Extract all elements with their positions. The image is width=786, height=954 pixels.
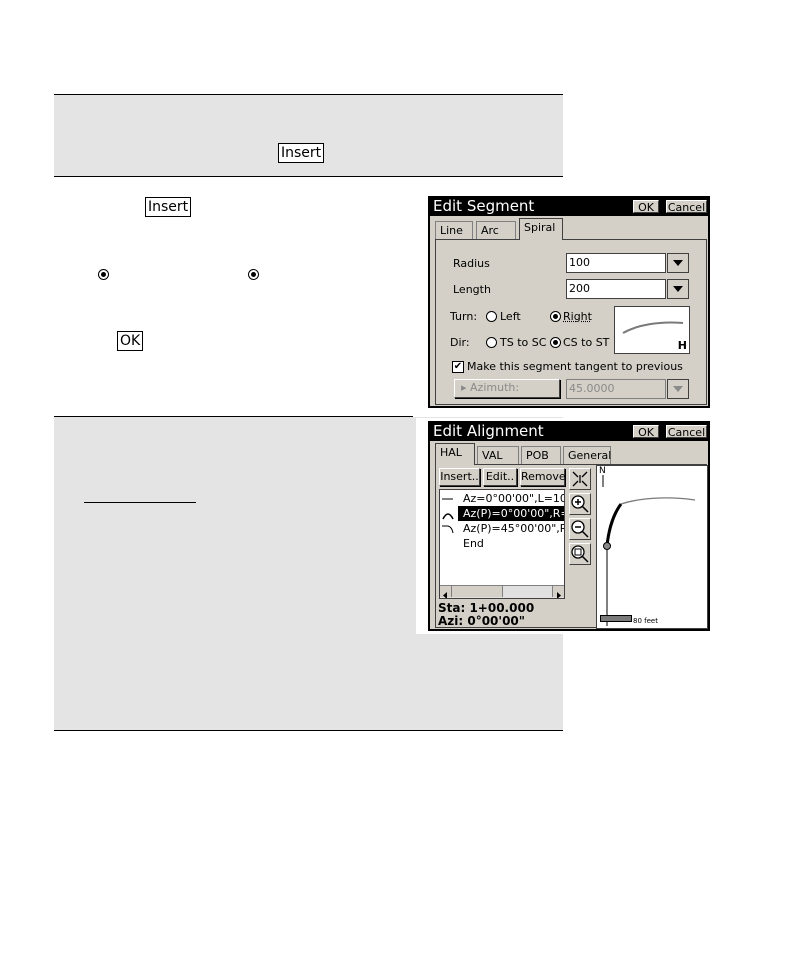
top-band [54,95,563,176]
radius-label: Radius [453,257,490,270]
azimuth-arrow-icon: ▸ [461,381,471,394]
turn-right-radio[interactable] [550,311,561,322]
azimuth-button-label: Azimuth: [470,381,520,394]
turn-label: Turn: [450,310,478,323]
length-dropdown-button[interactable] [667,279,689,299]
insert-key-middle: Insert [145,197,192,217]
station-readout: Sta: 1+00.000 [438,601,535,615]
edit-alignment-ok-button[interactable]: OK [633,425,659,439]
alignment-plan-view[interactable]: N 80 feet [596,465,708,629]
edit-segment-panel: Radius 100 Length 200 Turn: Left Right H… [435,239,707,405]
edit-alignment-title: Edit Alignment [433,422,544,440]
line-segment-icon [442,498,453,500]
radio-glyph-left [98,269,109,280]
azimuth-field: 45.0000 [566,379,666,399]
scroll-left-button[interactable] [440,586,452,598]
edit-alignment-dialog: Edit Alignment OK Cancel HAL VAL POB Gen… [428,421,710,631]
turn-right-label: Right [563,310,592,323]
zoom-out-icon [571,520,589,538]
ok-key-middle: OK [117,331,144,351]
radio-glyph-right [248,269,259,280]
azimuth-readout: Azi: 0°00'00" [438,614,526,628]
edit-segment-title: Edit Segment [433,197,535,215]
dir-label: Dir: [450,336,470,349]
tab-val[interactable]: VAL [477,446,519,464]
lower-band-bottom-rule [54,730,563,731]
edit-alignment-cancel-button[interactable]: Cancel [666,425,707,439]
turn-left-radio[interactable] [486,311,497,322]
pan-arrows-icon [572,471,588,487]
scale-bar [600,615,632,622]
horizontal-scrollbar[interactable] [440,585,564,598]
list-item[interactable]: Az=0°00'00",L=100.0 [463,491,564,506]
tab-general[interactable]: General [563,446,611,464]
dir-ts-label: TS to SC [500,336,547,349]
tab-pob[interactable]: POB [521,446,561,464]
scroll-thumb[interactable] [452,586,503,597]
edit-segment-cancel-button[interactable]: Cancel [666,200,707,214]
edit-alignment-titlebar: Edit Alignment OK Cancel [430,422,708,441]
zoom-in-button[interactable] [569,493,591,515]
scroll-left-icon [443,592,447,598]
insert-key-top: Insert [278,143,325,163]
spiral-segment-icon [442,525,454,534]
length-label: Length [453,283,491,296]
dir-cs-label: CS to ST [563,336,610,349]
azimuth-dropdown-button [667,379,689,399]
spiral-preview: H [614,306,690,354]
tab-spiral[interactable]: Spiral [519,218,563,240]
edit-segment-dialog: Edit Segment OK Cancel Line Arc Spiral R… [428,196,710,408]
insert-segment-button[interactable]: Insert.. [439,468,480,486]
tangent-checkbox[interactable]: ✔ [452,361,464,373]
turn-left-label: Left [500,310,521,323]
zoom-in-icon [571,495,589,513]
list-item[interactable]: End [463,536,564,551]
tab-hal[interactable]: HAL [435,443,475,465]
radius-field[interactable]: 100 [566,253,666,273]
edit-segment-titlebar: Edit Segment OK Cancel [430,197,708,216]
scale-label: 80 feet [633,617,658,625]
tangent-label: Make this segment tangent to previous [467,360,683,373]
dir-cs-radio[interactable] [550,337,561,348]
arc-segment-icon [442,513,454,520]
edit-segment-ok-button[interactable]: OK [633,200,659,214]
scroll-right-icon [557,592,561,598]
underline-rule [84,502,196,503]
zoom-extents-button[interactable] [569,543,591,565]
zoom-extents-icon [571,545,589,563]
segment-list[interactable]: Az=0°00'00",L=100.0 Az(P)=0°00'00",R=100… [439,489,565,599]
zoom-out-button[interactable] [569,518,591,540]
dir-ts-radio[interactable] [486,337,497,348]
azimuth-button: ▸ Azimuth: [454,379,560,398]
edit-alignment-panel: Insert.. Edit.. Remove Az=0°00'00",L=100… [435,464,708,629]
length-field[interactable]: 200 [566,279,666,299]
remove-segment-button[interactable]: Remove [520,468,566,486]
pan-tool-button[interactable] [569,468,591,490]
edit-segment-button[interactable]: Edit.. [483,468,517,486]
list-item-selected[interactable]: Az(P)=0°00'00",R=100 [458,506,564,521]
alignment-plot [603,497,696,626]
radius-dropdown-button[interactable] [667,253,689,273]
list-item[interactable]: Az(P)=45°00'00",R=100 [463,521,564,536]
preview-letter: H [677,339,687,352]
tab-line[interactable]: Line [435,221,473,239]
top-band-bottom-rule [54,176,563,177]
scroll-right-button[interactable] [552,586,564,598]
tab-arc[interactable]: Arc [476,221,516,239]
selected-row-text: Az(P)=0°00'00",R=100 [463,507,564,520]
